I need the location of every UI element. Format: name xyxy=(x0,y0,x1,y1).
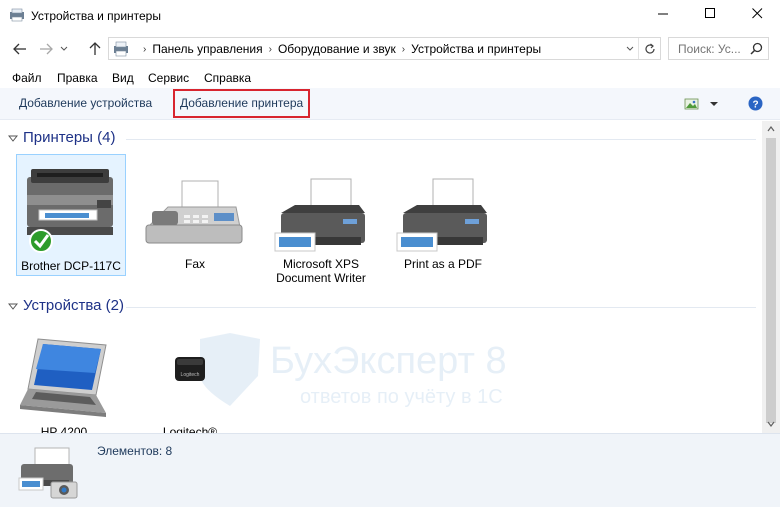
help-icon: ? xyxy=(748,96,763,111)
svg-text:Logitech: Logitech xyxy=(181,372,200,378)
scroll-down-button[interactable] xyxy=(766,419,776,429)
usb-receiver-icon: Logitech xyxy=(175,357,205,381)
address-row: › Панель управления › Оборудование и зву… xyxy=(0,32,780,66)
change-view-button[interactable] xyxy=(684,97,720,111)
group-title: Принтеры (4) xyxy=(23,129,116,146)
chevron-down-icon xyxy=(626,46,634,51)
add-device-button[interactable]: Добавление устройства xyxy=(19,96,152,110)
maximize-button[interactable] xyxy=(687,0,733,26)
item-count: Элементов: 8 xyxy=(97,444,173,458)
menu-view[interactable]: Вид xyxy=(112,71,134,85)
help-button[interactable]: ? xyxy=(748,96,763,111)
menu-edit[interactable]: Правка xyxy=(57,71,98,85)
menu-file[interactable]: Файл xyxy=(12,71,42,85)
maximize-icon xyxy=(704,7,715,18)
chevron-right-icon[interactable]: › xyxy=(402,44,405,55)
device-logitech[interactable]: Logitech Logitech® xyxy=(140,349,240,433)
group-header-devices[interactable]: Устройства (2) xyxy=(8,297,758,314)
items-view: БухЭксперт 8 ответов по учёту в 1С Принт… xyxy=(0,121,762,433)
group-divider xyxy=(126,307,756,308)
chevron-down-icon xyxy=(8,303,18,310)
breadcrumb-control-panel[interactable]: Панель управления xyxy=(152,42,262,56)
svg-text:ответов по учёту в 1С: ответов по учёту в 1С xyxy=(300,386,503,408)
menu-bar: Файл Правка Вид Сервис Справка xyxy=(0,68,780,88)
breadcrumb: › Панель управления › Оборудование и зву… xyxy=(137,42,541,56)
item-label: Fax xyxy=(184,257,205,271)
arrow-right-icon xyxy=(40,43,53,55)
item-label: Logitech® xyxy=(162,425,218,433)
devices-printers-icon xyxy=(18,447,78,499)
printer-pdf[interactable]: Print as a PDF xyxy=(388,177,498,271)
device-laptop[interactable]: HP 4200 xyxy=(14,333,114,433)
laptop-icon xyxy=(20,338,107,417)
fax-icon xyxy=(145,180,243,244)
forward-button[interactable] xyxy=(37,40,55,58)
svg-text:БухЭксперт 8: БухЭксперт 8 xyxy=(270,340,507,382)
refresh-button[interactable] xyxy=(638,38,660,59)
chevron-down-icon xyxy=(8,135,18,142)
close-button[interactable] xyxy=(734,0,780,26)
vertical-scrollbar[interactable] xyxy=(762,121,780,433)
title-bar: Устройства и принтеры xyxy=(0,0,780,31)
printer-icon xyxy=(274,178,365,252)
search-input[interactable] xyxy=(669,38,749,59)
scroll-thumb[interactable] xyxy=(766,138,776,423)
window-title: Устройства и принтеры xyxy=(31,9,161,23)
breadcrumb-hardware-sound[interactable]: Оборудование и звук xyxy=(278,42,396,56)
printer-xps[interactable]: Microsoft XPS Document Writer xyxy=(262,177,380,285)
minimize-icon xyxy=(657,13,668,14)
recent-locations-button[interactable] xyxy=(58,40,70,58)
chevron-right-icon[interactable]: › xyxy=(269,44,272,55)
arrow-left-icon xyxy=(13,43,26,55)
chevron-down-icon xyxy=(710,102,718,106)
scroll-up-button[interactable] xyxy=(766,124,776,134)
details-pane: Элементов: 8 xyxy=(0,433,780,507)
search-icon xyxy=(750,42,763,55)
picture-icon xyxy=(684,98,718,110)
up-button[interactable] xyxy=(86,40,104,58)
arrow-up-icon xyxy=(89,42,101,55)
address-bar[interactable]: › Панель управления › Оборудование и зву… xyxy=(108,37,661,60)
search-box[interactable] xyxy=(668,37,769,60)
item-label: Brother DCP-117C xyxy=(21,259,121,273)
address-history-button[interactable] xyxy=(623,41,637,57)
group-header-printers[interactable]: Принтеры (4) xyxy=(8,129,758,146)
devices-printers-icon xyxy=(114,41,128,57)
command-bar: Добавление устройства Добавление принтер… xyxy=(0,88,780,120)
add-printer-button[interactable]: Добавление принтера xyxy=(180,96,303,110)
printer-fax[interactable]: Fax xyxy=(140,177,250,271)
printer-icon xyxy=(396,178,487,252)
menu-help[interactable]: Справка xyxy=(204,71,251,85)
item-label: Microsoft XPS Document Writer xyxy=(276,257,366,285)
chevron-down-icon xyxy=(60,46,68,51)
chevron-down-icon xyxy=(767,421,775,427)
svg-text:?: ? xyxy=(752,100,758,111)
group-divider xyxy=(126,139,756,140)
chevron-right-icon: › xyxy=(143,43,147,55)
back-button[interactable] xyxy=(11,40,29,58)
printer-brother[interactable]: Brother DCP-117C xyxy=(16,154,126,276)
close-icon xyxy=(751,7,762,18)
watermark-logo: БухЭксперт 8 ответов по учёту в 1С xyxy=(200,333,507,408)
multifunction-printer-icon xyxy=(27,169,113,253)
breadcrumb-devices-printers[interactable]: Устройства и принтеры xyxy=(411,42,541,56)
menu-tools[interactable]: Сервис xyxy=(148,71,189,85)
group-title: Устройства (2) xyxy=(23,297,124,314)
refresh-icon xyxy=(644,43,655,54)
item-label: Print as a PDF xyxy=(403,257,483,271)
chevron-up-icon xyxy=(767,126,775,132)
minimize-button[interactable] xyxy=(640,0,686,26)
item-label: HP 4200 xyxy=(40,425,88,433)
devices-printers-icon xyxy=(10,8,24,22)
